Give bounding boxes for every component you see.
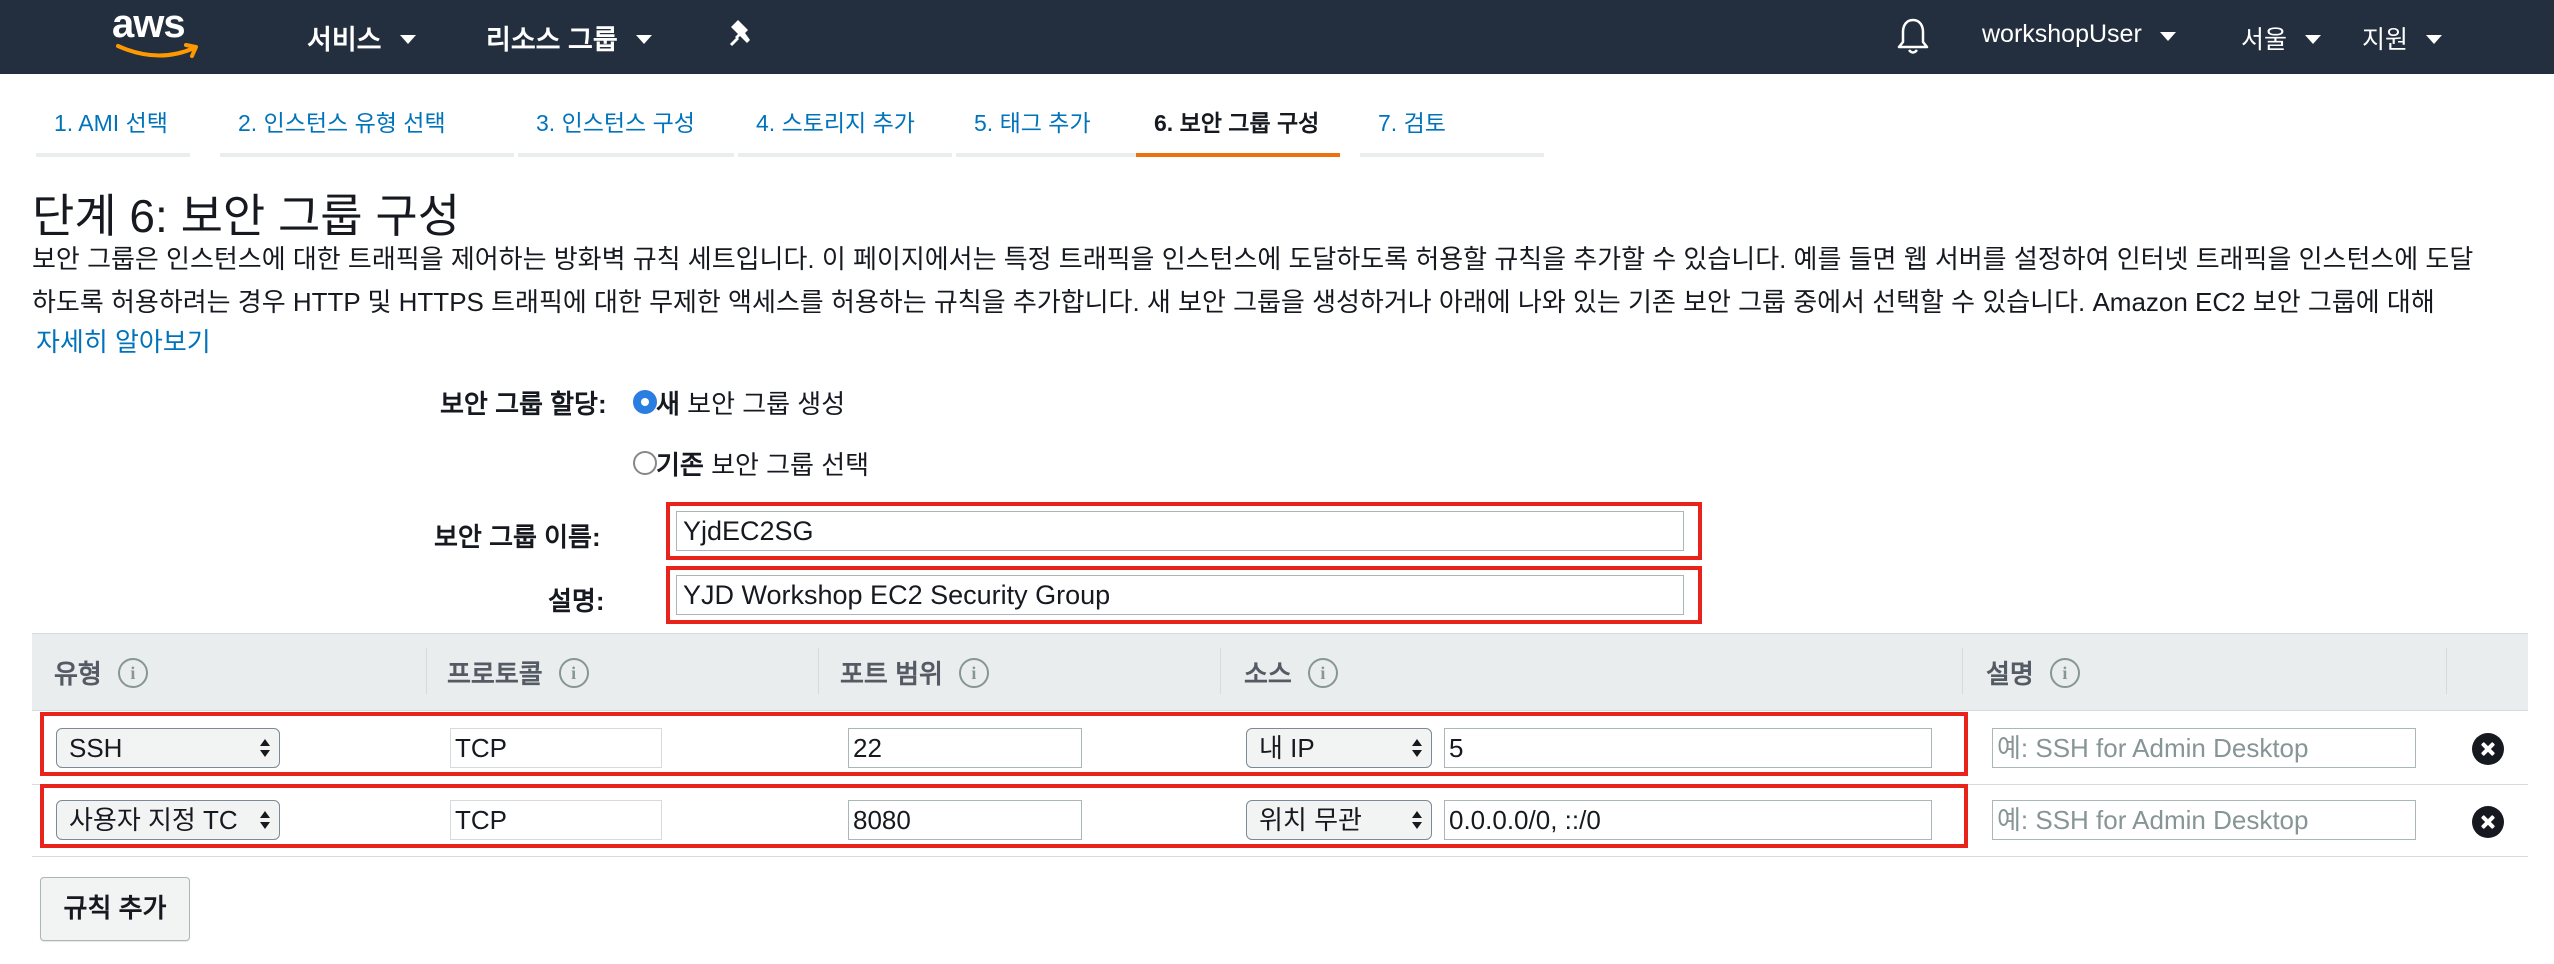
page-title: 단계 6: 보안 그룹 구성 xyxy=(32,190,461,242)
header-type: 유형 i xyxy=(54,654,148,691)
description-label: 설명: xyxy=(548,586,605,616)
tab-configure-instance[interactable]: 3. 인스턴스 구성 xyxy=(518,105,734,157)
tab-ami[interactable]: 1. AMI 선택 xyxy=(36,105,190,157)
security-group-description-input[interactable]: YJD Workshop EC2 Security Group xyxy=(676,575,1684,615)
rule-description-input[interactable]: 예: SSH for Admin Desktop xyxy=(1992,728,2416,768)
page-description: 보안 그룹은 인스턴스에 대한 트래픽을 제어하는 방화벽 규칙 세트입니다. … xyxy=(32,244,2474,317)
header-description: 설명 i xyxy=(1986,654,2080,691)
rule-type-select[interactable]: 사용자 지정 TC xyxy=(56,800,280,840)
learn-more-link[interactable]: 자세히 알아보기 xyxy=(36,322,211,359)
radio-existing-label: 기존 보안 그룹 선택 xyxy=(656,450,870,480)
column-divider xyxy=(818,648,819,694)
support-menu[interactable]: 지원 xyxy=(2362,20,2443,56)
header-port-range: 포트 범위 i xyxy=(840,654,989,691)
tab-add-storage[interactable]: 4. 스토리지 추가 xyxy=(738,105,952,157)
info-icon[interactable]: i xyxy=(958,657,989,688)
top-nav: aws 서비스 리소스 그룹 workshopUser 서울 지원 xyxy=(0,0,2554,74)
pin-icon[interactable] xyxy=(728,18,756,48)
security-group-name-label: 보안 그룹 이름: xyxy=(434,522,601,552)
security-group-name-input[interactable]: YjdEC2SG xyxy=(676,511,1684,551)
services-menu[interactable]: 서비스 xyxy=(307,18,416,57)
rule-port-input[interactable]: 8080 xyxy=(848,800,1082,840)
row-divider xyxy=(32,784,2528,785)
chevron-down-icon xyxy=(2426,35,2443,44)
select-arrows-icon xyxy=(1412,811,1422,829)
chevron-down-icon xyxy=(2159,31,2176,41)
aws-smile-icon xyxy=(116,43,198,58)
rules-table-header: 유형 i 프로토콜 i 포트 범위 i 소스 i 설명 i xyxy=(32,633,2528,711)
column-divider xyxy=(1962,648,1963,694)
column-divider xyxy=(1220,648,1221,694)
rule-source-select[interactable]: 위치 무관 xyxy=(1246,800,1432,840)
region-menu[interactable]: 서울 xyxy=(2241,20,2322,56)
info-icon[interactable]: i xyxy=(1307,657,1338,688)
user-menu[interactable]: workshopUser xyxy=(1982,20,2176,49)
row-divider xyxy=(32,856,2528,857)
radio-new-security-group[interactable] xyxy=(633,390,657,414)
aws-logo[interactable]: aws xyxy=(112,2,204,62)
info-icon[interactable]: i xyxy=(2049,657,2080,688)
radio-new-label: 새 보안 그룹 생성 xyxy=(656,389,846,419)
column-divider xyxy=(426,648,427,694)
chevron-down-icon xyxy=(399,34,416,44)
select-arrows-icon xyxy=(260,811,270,829)
select-arrows-icon xyxy=(1412,739,1422,757)
info-icon[interactable]: i xyxy=(558,657,589,688)
select-arrows-icon xyxy=(260,739,270,757)
remove-rule-icon[interactable] xyxy=(2472,733,2504,765)
tab-security-group[interactable]: 6. 보안 그룹 구성 xyxy=(1136,105,1340,157)
add-rule-button[interactable]: 규칙 추가 xyxy=(40,877,190,941)
resource-groups-menu[interactable]: 리소스 그룹 xyxy=(486,18,652,57)
column-divider xyxy=(2446,648,2447,694)
remove-rule-icon[interactable] xyxy=(2472,806,2504,838)
tab-review[interactable]: 7. 검토 xyxy=(1360,105,1544,157)
chevron-down-icon xyxy=(635,34,652,44)
bell-icon[interactable] xyxy=(1896,16,1930,56)
header-source: 소스 i xyxy=(1244,654,1338,691)
chevron-down-icon xyxy=(2305,35,2322,44)
rule-port-input[interactable]: 22 xyxy=(848,728,1082,768)
header-protocol: 프로토콜 i xyxy=(447,654,589,691)
rule-protocol-field: TCP xyxy=(450,728,662,768)
rule-type-select[interactable]: SSH xyxy=(56,728,280,768)
rule-source-cidr-input[interactable]: 5 xyxy=(1444,728,1932,768)
tab-instance-type[interactable]: 2. 인스턴스 유형 선택 xyxy=(220,105,514,157)
rule-description-input[interactable]: 예: SSH for Admin Desktop xyxy=(1992,800,2416,840)
rule-protocol-field: TCP xyxy=(450,800,662,840)
tab-add-tags[interactable]: 5. 태그 추가 xyxy=(956,105,1152,157)
info-icon[interactable]: i xyxy=(117,657,148,688)
rule-source-cidr-input[interactable]: 0.0.0.0/0, ::/0 xyxy=(1444,800,1932,840)
radio-existing-security-group[interactable] xyxy=(633,451,657,475)
rule-source-select[interactable]: 내 IP xyxy=(1246,728,1432,768)
assign-security-group-label: 보안 그룹 할당: xyxy=(440,389,607,419)
